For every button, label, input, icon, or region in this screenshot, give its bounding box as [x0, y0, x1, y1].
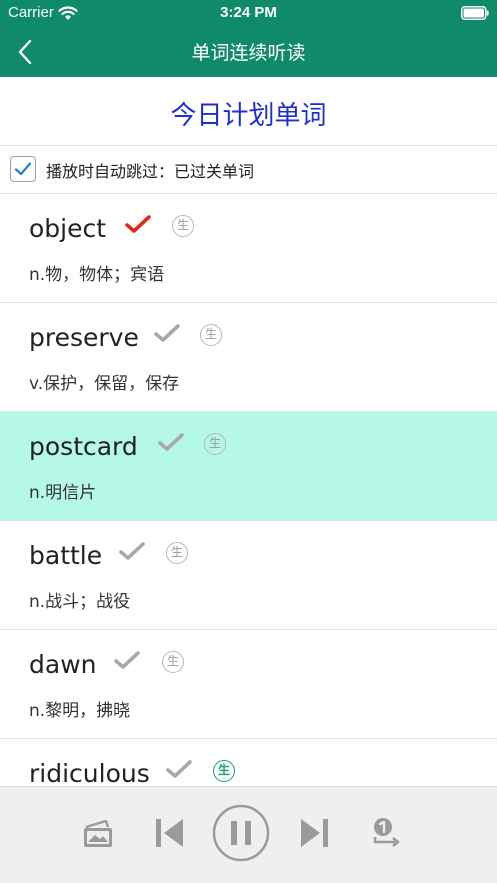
word-definition: n.战斗；战役	[29, 592, 131, 612]
repeat-button[interactable]	[367, 815, 403, 851]
previous-button[interactable]	[152, 815, 188, 851]
autoskip-row: 播放时自动跳过：已过关单词	[0, 146, 497, 192]
word-cards-button[interactable]	[80, 815, 116, 851]
repeat-one-icon	[373, 818, 400, 848]
word-definition: n.黎明，拂晓	[29, 701, 131, 721]
word-text: object	[29, 214, 107, 243]
player-bar	[0, 786, 497, 883]
word-definition: v.保护，保留，保存	[29, 374, 180, 394]
page-title: 今日计划单词	[170, 101, 327, 131]
next-button[interactable]	[296, 815, 332, 851]
check-icon	[154, 324, 180, 342]
battery-icon	[461, 6, 489, 20]
word-text: battle	[29, 541, 103, 570]
new-word-badge: 生	[166, 542, 188, 564]
word-text: postcard	[29, 432, 138, 461]
word-text: preserve	[29, 323, 139, 352]
word-row[interactable]: dawn 生 n.黎明，拂晓	[0, 630, 497, 739]
word-text: dawn	[29, 650, 97, 679]
status-bar: Carrier 3:24 PM	[0, 0, 497, 26]
nav-bar: 单词连续听读	[0, 26, 497, 77]
pause-icon	[212, 804, 270, 862]
word-row[interactable]: preserve 生 v.保护，保留，保存	[0, 303, 497, 412]
check-icon	[114, 651, 140, 669]
screen: Carrier 3:24 PM 单词连续听读 今日计划单词 播放时自动跳过：已过…	[0, 0, 497, 883]
word-row[interactable]: battle 生 n.战斗；战役	[0, 521, 497, 630]
word-list: object 生 n.物，物体；宾语 preserve 生 v.保护，保留，保存…	[0, 194, 497, 786]
word-row-active[interactable]: postcard 生 n.明信片	[0, 412, 497, 521]
checkmark-icon	[14, 162, 32, 176]
check-icon	[119, 542, 145, 560]
autoskip-checkbox[interactable]	[10, 156, 36, 182]
cards-icon	[84, 819, 112, 847]
nav-title: 单词连续听读	[191, 42, 306, 64]
check-icon	[158, 433, 184, 451]
new-word-badge: 生	[213, 760, 235, 782]
word-row[interactable]: ridiculous 生	[0, 739, 497, 786]
new-word-badge: 生	[200, 324, 222, 346]
new-word-badge: 生	[172, 215, 194, 237]
status-time: 3:24 PM	[220, 4, 277, 21]
new-word-badge: 生	[162, 651, 184, 673]
word-row[interactable]: object 生 n.物，物体；宾语	[0, 194, 497, 303]
skip-next-icon	[301, 819, 328, 847]
autoskip-label: 播放时自动跳过：已过关单词	[46, 162, 255, 181]
new-word-badge: 生	[204, 433, 226, 455]
word-definition: n.物，物体；宾语	[29, 265, 165, 285]
check-icon	[125, 215, 151, 233]
skip-previous-icon	[156, 819, 183, 847]
pause-button[interactable]	[212, 804, 270, 862]
word-definition: n.明信片	[29, 483, 97, 503]
word-text: ridiculous	[29, 759, 150, 786]
check-icon	[166, 760, 192, 778]
